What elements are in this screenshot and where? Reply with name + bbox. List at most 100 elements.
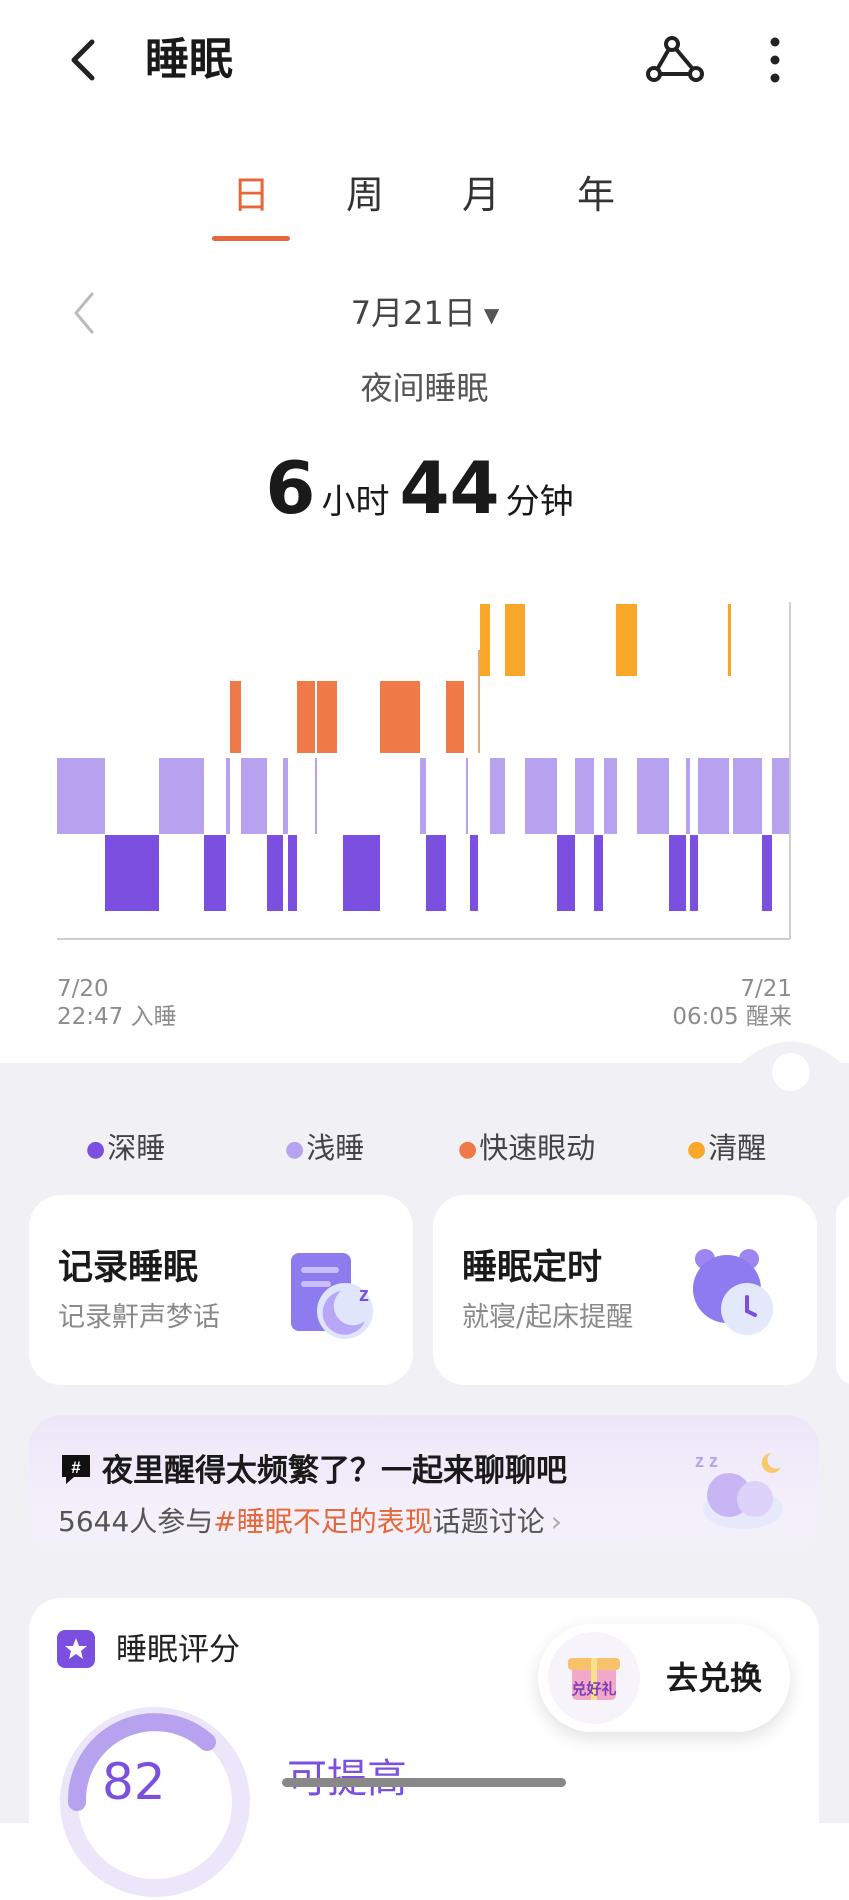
chevron-left-icon <box>71 39 95 81</box>
legend-label: 快速眼动 <box>479 1131 596 1165</box>
light-sleep-segment <box>733 758 762 834</box>
awake-sleep-segment <box>505 604 525 676</box>
svg-text:z: z <box>359 1284 369 1306</box>
rem-sleep-segment <box>380 681 420 753</box>
light-sleep-segment <box>490 758 505 834</box>
tab-week[interactable]: 周 <box>320 170 410 220</box>
hours-unit: 小时 <box>321 482 390 522</box>
legend-deep-sleep: ●深睡 <box>86 1131 166 1165</box>
more-vertical-icon <box>770 37 780 83</box>
more-options-button[interactable] <box>750 30 800 90</box>
sleeping-cloud-icon: z z <box>695 1451 783 1529</box>
home-indicator[interactable] <box>282 1778 566 1787</box>
deep-sleep-segment <box>594 835 603 911</box>
sleep-stage-chart <box>57 602 791 940</box>
rem-sleep-segment <box>446 681 464 753</box>
minutes-unit: 分钟 <box>505 482 574 522</box>
sleep-section-label: 夜间睡眠 <box>360 369 489 407</box>
share-button[interactable] <box>640 30 710 90</box>
light-sleep-segment <box>57 758 105 834</box>
light-sleep-segment <box>686 758 690 834</box>
gift-icon: 兑好礼 <box>548 1632 640 1724</box>
score-title: 睡眠评分 <box>116 1632 240 1668</box>
date-picker[interactable]: 7月21日 ▼ <box>280 288 570 340</box>
legend-label: 深睡 <box>107 1131 166 1165</box>
light-sleep-segment <box>159 758 204 834</box>
topic-title: # 夜里醒得太频繁了？一起来聊聊吧 <box>58 1449 567 1493</box>
legend-label: 浅睡 <box>306 1131 365 1165</box>
light-sleep-segment <box>772 758 790 834</box>
card-subtitle: 就寝/起床提醒 <box>462 1302 634 1333</box>
deep-sleep-segment <box>204 835 226 911</box>
gift-text: 兑好礼 <box>571 1680 616 1698</box>
topic-participants: 5644人参与 <box>58 1505 214 1538</box>
duration-minutes: 44 <box>399 446 500 530</box>
awake-sleep-segment <box>728 604 731 676</box>
light-sleep-segment <box>420 758 426 834</box>
awake-sleep-segment <box>480 604 490 676</box>
deep-sleep-segment <box>690 835 698 911</box>
chevron-right-icon: › <box>550 1505 562 1538</box>
wake-time: 06:05 醒来 <box>672 1004 792 1030</box>
topic-hashtag[interactable]: #睡眠不足的表现 <box>213 1505 432 1538</box>
tab-day[interactable]: 日 <box>206 170 296 220</box>
light-sleep-segment <box>241 758 267 834</box>
tab-month[interactable]: 月 <box>436 170 526 220</box>
caret-down-icon: ▼ <box>483 303 500 327</box>
deep-sleep-segment <box>470 835 478 911</box>
tab-indicator <box>212 236 290 241</box>
deep-sleep-segment <box>267 835 283 911</box>
light-sleep-segment <box>466 758 468 834</box>
topic-suffix: 话题讨论 <box>432 1505 545 1538</box>
next-card-peek[interactable] <box>836 1195 849 1385</box>
light-sleep-segment <box>315 758 317 834</box>
chart-scrubber-handle[interactable] <box>741 1040 841 1100</box>
hashtag-icon: # <box>62 1455 90 1484</box>
date-text: 7月21日 <box>350 294 476 332</box>
svg-text:#: # <box>71 1458 81 1477</box>
legend-label: 清醒 <box>708 1131 767 1165</box>
deep-sleep-segment <box>762 835 772 911</box>
card-title: 睡眠定时 <box>462 1248 603 1288</box>
chevron-left-icon <box>74 292 94 334</box>
sleep-start-time: 22:47 入睡 <box>57 1004 177 1030</box>
legend-light-sleep: ●浅睡 <box>285 1131 365 1165</box>
share-icon <box>646 36 704 82</box>
awake-sleep-segment <box>616 604 637 676</box>
light-sleep-segment <box>604 758 617 834</box>
duration-hours: 6 <box>265 446 316 530</box>
wake-date: 7/21 <box>740 976 792 1002</box>
light-sleep-segment <box>226 758 230 834</box>
record-sleep-card[interactable]: 记录睡眠 记录鼾声梦话 z <box>29 1195 413 1385</box>
deep-sleep-segment <box>288 835 297 911</box>
deep-sleep-segment <box>343 835 380 911</box>
light-sleep-segment <box>637 758 669 834</box>
sleep-record-icon: z <box>291 1253 373 1339</box>
deep-sleep-segment <box>105 835 159 911</box>
previous-day-button[interactable] <box>66 288 106 338</box>
card-title: 记录睡眠 <box>58 1248 199 1288</box>
light-sleep-segment <box>698 758 729 834</box>
rem-sleep-segment <box>317 681 337 753</box>
sleep-duration: 6 小时 44 分钟 <box>0 440 849 556</box>
deep-sleep-segment <box>557 835 575 911</box>
sleep-start-date: 7/20 <box>57 976 109 1002</box>
legend-rem: ●快速眼动 <box>458 1131 596 1165</box>
deep-sleep-segment <box>669 835 686 911</box>
rem-sleep-segment <box>297 681 315 753</box>
page-title: 睡眠 <box>145 34 233 85</box>
alarm-clock-icon <box>693 1249 773 1335</box>
light-sleep-segment <box>283 758 288 834</box>
star-icon <box>57 1630 95 1668</box>
legend-awake: ●清醒 <box>687 1131 767 1165</box>
deep-sleep-segment <box>426 835 446 911</box>
topic-subtitle[interactable]: 5644人参与#睡眠不足的表现话题讨论 › <box>58 1502 562 1542</box>
rem-sleep-segment <box>230 681 241 753</box>
score-value: 82 <box>102 1753 166 1811</box>
svg-text:z z: z z <box>695 1451 718 1471</box>
sleep-timer-card[interactable]: 睡眠定时 就寝/起床提醒 <box>433 1195 817 1385</box>
tab-year[interactable]: 年 <box>551 170 641 220</box>
back-button[interactable] <box>58 30 110 90</box>
card-subtitle: 记录鼾声梦话 <box>58 1302 220 1333</box>
light-sleep-segment <box>575 758 594 834</box>
